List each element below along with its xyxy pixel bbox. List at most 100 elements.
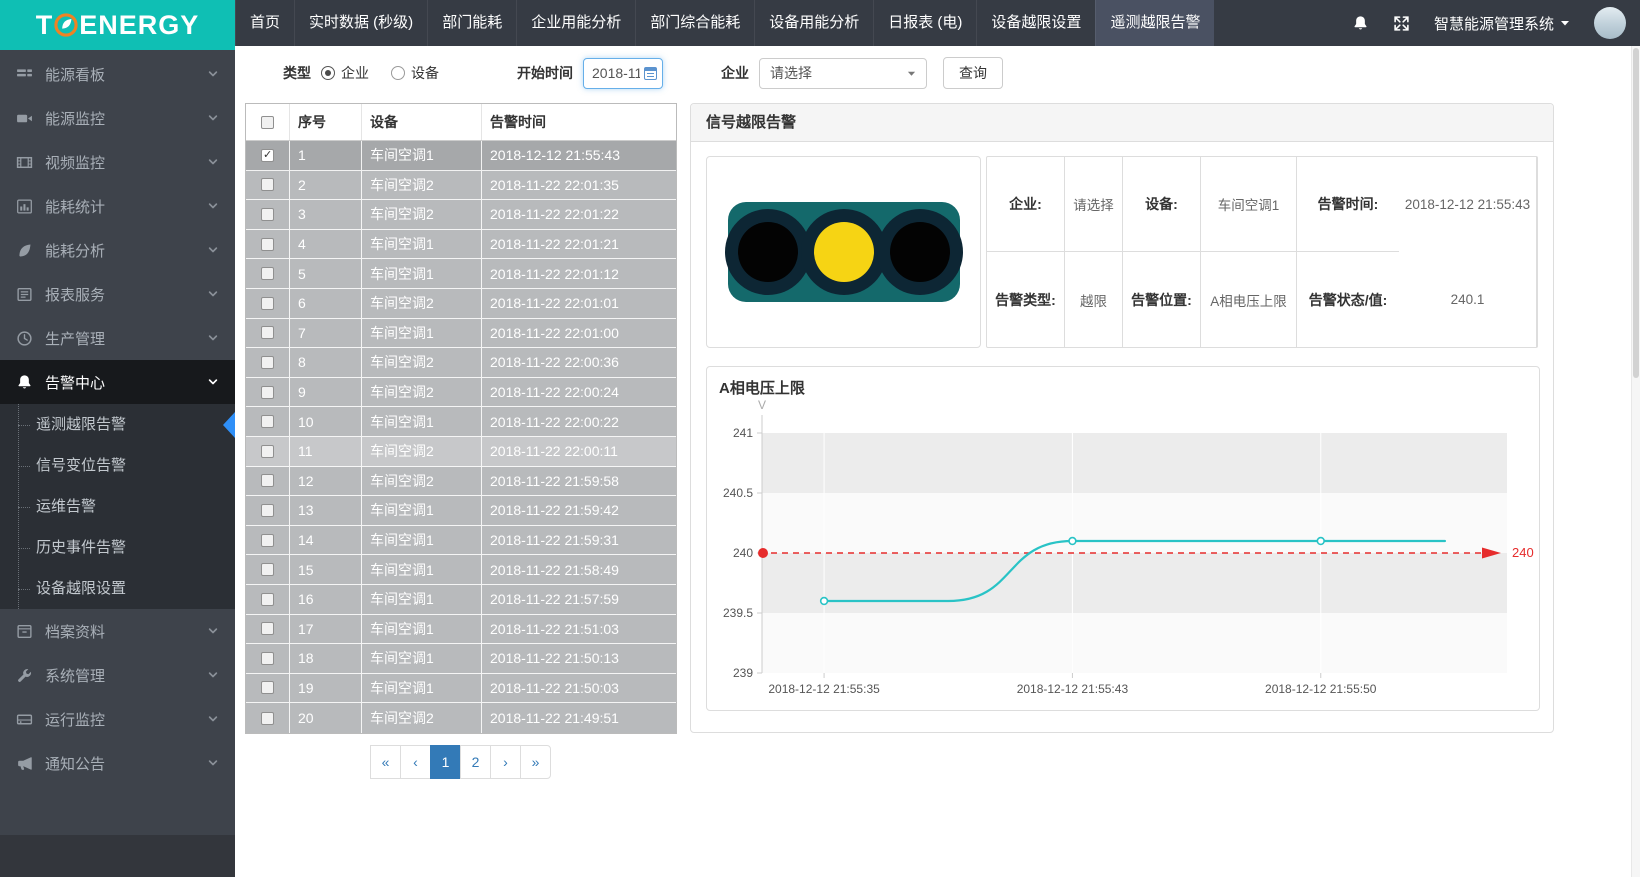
table-row[interactable]: 1 车间空调1 2018-12-12 21:55:43 [246,141,676,171]
sidebar-item[interactable]: 能耗统计 [0,184,235,228]
megaphone-icon [16,755,33,772]
submenu-item[interactable]: 历史事件告警 [0,527,235,568]
table-row[interactable]: 20 车间空调2 2018-11-22 21:49:51 [246,703,676,733]
row-checkbox[interactable] [261,178,274,191]
sidebar-item[interactable]: 生产管理 [0,316,235,360]
row-checkbox[interactable] [261,445,274,458]
row-checkbox[interactable] [261,356,274,369]
nav-item[interactable]: 部门能耗 [427,0,516,46]
table-row[interactable]: 18 车间空调1 2018-11-22 21:50:13 [246,644,676,674]
row-checkbox[interactable] [261,474,274,487]
row-checkbox[interactable] [261,386,274,399]
table-row[interactable]: 5 车间空调1 2018-11-22 22:01:12 [246,259,676,289]
row-checkbox[interactable] [261,208,274,221]
page-button[interactable]: ‹ [400,745,431,779]
submenu-item[interactable]: 设备越限设置 [0,568,235,609]
table-row[interactable]: 4 车间空调1 2018-11-22 22:01:21 [246,230,676,260]
nav-item[interactable]: 首页 [235,0,294,46]
submenu-item[interactable]: 运维告警 [0,486,235,527]
row-checkbox[interactable] [261,149,274,162]
top-bar: 首页 实时数据 (秒级) 部门能耗 企业用能分析 部门综合能耗 设备用能分析 日… [0,0,1640,46]
sidebar-item[interactable]: 能源监控 [0,96,235,140]
table-row[interactable]: 11 车间空调2 2018-11-22 22:00:11 [246,437,676,467]
type-radio-option[interactable]: 设备 [391,63,439,83]
row-checkbox[interactable] [261,415,274,428]
cell-alarm-time: 2018-11-22 21:49:51 [482,703,676,733]
submenu-item[interactable]: 遥测越限告警 [0,404,235,445]
nav-item[interactable]: 遥测越限告警 [1095,0,1214,46]
sidebar-item[interactable]: 报表服务 [0,272,235,316]
row-checkbox[interactable] [261,297,274,310]
select-all-checkbox[interactable] [261,116,274,129]
page-button[interactable]: 2 [460,745,491,779]
sidebar-item[interactable]: 能耗分析 [0,228,235,272]
nav-item[interactable]: 日报表 (电) [873,0,976,46]
page-button[interactable]: « [370,745,401,779]
cell-index: 14 [290,526,362,555]
page-button[interactable]: » [520,745,551,779]
submenu-item[interactable]: 信号变位告警 [0,445,235,486]
sidebar: 能源看板 能源监控 视频监控 能耗统计 [0,46,235,877]
cell-device: 车间空调1 [362,526,482,555]
nav-item[interactable]: 企业用能分析 [516,0,635,46]
table-row[interactable]: 10 车间空调1 2018-11-22 22:00:22 [246,407,676,437]
page-button[interactable]: 1 [430,745,461,779]
row-checkbox[interactable] [261,712,274,725]
table-row[interactable]: 8 车间空调2 2018-11-22 22:00:36 [246,348,676,378]
svg-text:2018-12-12 21:55:43: 2018-12-12 21:55:43 [1017,682,1129,696]
row-checkbox[interactable] [261,563,274,576]
search-button[interactable]: 查询 [943,57,1003,89]
sidebar-item-alarm-center[interactable]: 告警中心 [0,360,235,404]
logo-suffix: ENERGY [79,10,199,41]
radio-icon[interactable] [321,66,335,80]
table-row[interactable]: 12 车间空调2 2018-11-22 21:59:58 [246,467,676,497]
table-row[interactable]: 19 车间空调1 2018-11-22 21:50:03 [246,674,676,704]
sidebar-item[interactable]: 档案资料 [0,609,235,653]
enterprise-select[interactable]: 请选择 [759,58,927,89]
row-checkbox[interactable] [261,267,274,280]
sidebar-item[interactable]: 视频监控 [0,140,235,184]
table-row[interactable]: 6 车间空调2 2018-11-22 22:01:01 [246,289,676,319]
row-checkbox[interactable] [261,681,274,694]
sidebar-item[interactable]: 系统管理 [0,653,235,697]
page-scrollbar[interactable] [1631,46,1640,877]
svg-text:239: 239 [733,666,753,680]
table-row[interactable]: 16 车间空调1 2018-11-22 21:57:59 [246,585,676,615]
row-checkbox[interactable] [261,504,274,517]
table-row[interactable]: 17 车间空调1 2018-11-22 21:51:03 [246,615,676,645]
sidebar-item[interactable]: 通知公告 [0,741,235,785]
row-checkbox[interactable] [261,326,274,339]
table-row[interactable]: 15 车间空调1 2018-11-22 21:58:49 [246,555,676,585]
table-row[interactable]: 2 车间空调2 2018-11-22 22:01:35 [246,171,676,201]
row-checkbox[interactable] [261,622,274,635]
nav-item[interactable]: 设备越限设置 [976,0,1095,46]
table-row[interactable]: 9 车间空调2 2018-11-22 22:00:24 [246,378,676,408]
row-checkbox[interactable] [261,238,274,251]
row-checkbox[interactable] [261,593,274,606]
type-radio-option[interactable]: 企业 [321,63,369,83]
sidebar-item[interactable]: 运行监控 [0,697,235,741]
cell-index: 13 [290,496,362,525]
nav-item[interactable]: 部门综合能耗 [635,0,754,46]
table-row[interactable]: 3 车间空调2 2018-11-22 22:01:22 [246,200,676,230]
radio-icon[interactable] [391,66,405,80]
fullscreen-icon[interactable] [1393,15,1410,32]
table-row[interactable]: 13 车间空调1 2018-11-22 21:59:42 [246,496,676,526]
row-checkbox[interactable] [261,534,274,547]
table-row[interactable]: 14 车间空调1 2018-11-22 21:59:31 [246,526,676,556]
sidebar-item[interactable]: 能源看板 [0,52,235,96]
notification-bell-icon[interactable] [1352,15,1369,32]
page-button[interactable]: › [490,745,521,779]
sidebar-item-label: 运行监控 [45,709,105,730]
row-checkbox[interactable] [261,652,274,665]
calendar-icon[interactable] [644,67,657,80]
cell-device: 车间空调1 [362,407,482,436]
nav-item[interactable]: 设备用能分析 [754,0,873,46]
scrollbar-thumb[interactable] [1633,48,1639,378]
cell-index: 9 [290,378,362,407]
info-label: 告警位置: [1123,252,1201,347]
system-title-dropdown[interactable]: 智慧能源管理系统 [1434,13,1570,34]
nav-item[interactable]: 实时数据 (秒级) [294,0,427,46]
user-avatar[interactable] [1594,7,1626,39]
table-row[interactable]: 7 车间空调1 2018-11-22 22:01:00 [246,319,676,349]
